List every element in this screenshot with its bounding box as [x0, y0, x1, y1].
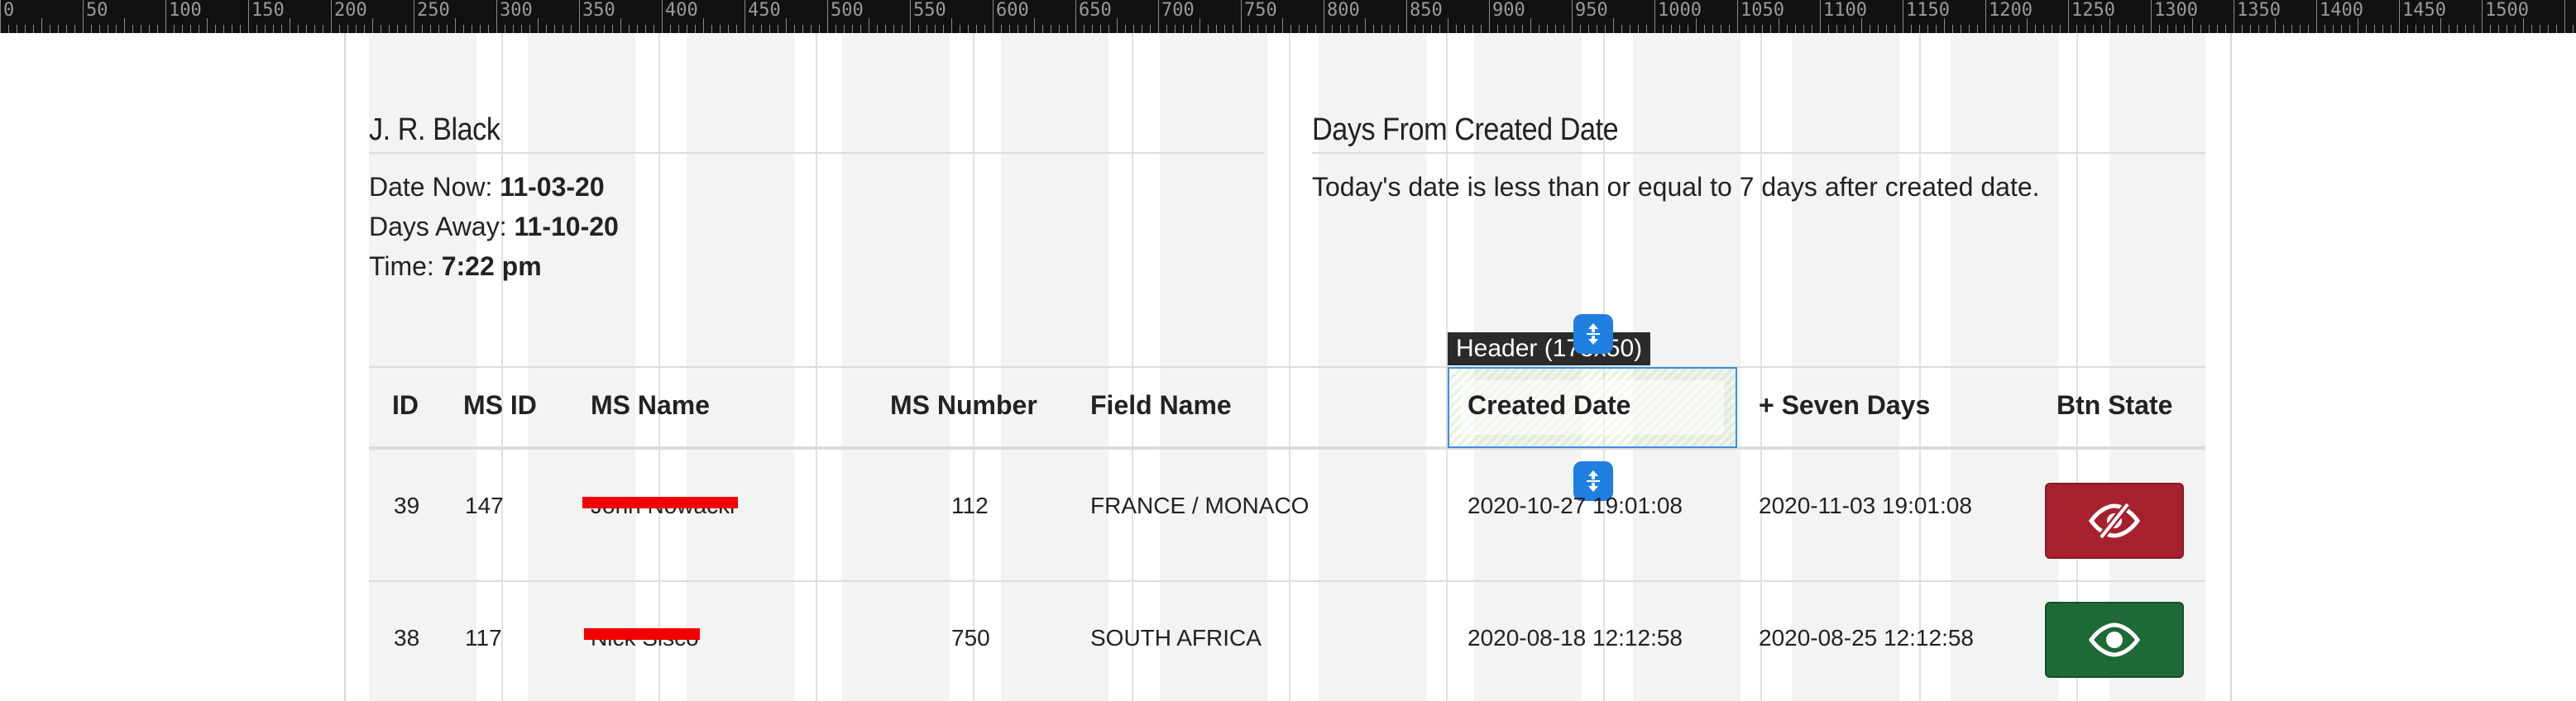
- left-panel-title-rule: [369, 152, 1264, 154]
- header-seven-days[interactable]: + Seven Days: [1759, 390, 1930, 421]
- cell-id: 39: [394, 493, 420, 518]
- cell-created-date: 2020-08-18 12:12:58: [1468, 625, 1683, 651]
- header-btn-state[interactable]: Btn State: [2056, 390, 2172, 421]
- resize-vertical-icon: [1587, 323, 1600, 345]
- cell-field-name: SOUTH AFRICA: [1090, 625, 1262, 651]
- time-line: Time: 7:22 pm: [369, 251, 542, 282]
- right-panel-title-rule: [1312, 152, 2205, 154]
- cell-seven-days: 2020-08-25 12:12:58: [1759, 625, 1974, 651]
- toggle-state-button[interactable]: [2045, 483, 2184, 559]
- cell-created-date: 2020-10-27 19:01:08: [1468, 493, 1683, 518]
- resize-handle-top[interactable]: [1573, 314, 1613, 354]
- redaction-mark: [582, 497, 738, 508]
- header-field-name[interactable]: Field Name: [1090, 390, 1232, 421]
- right-panel-title: Days From Created Date: [1312, 112, 1619, 147]
- time-value: 7:22 pm: [441, 251, 542, 281]
- header-ms-name[interactable]: MS Name: [591, 390, 710, 421]
- time-label: Time:: [369, 251, 442, 281]
- page-content: J. R. Black Date Now: 11-03-20 Days Away…: [0, 0, 2576, 701]
- days-away-value: 11-10-20: [514, 212, 619, 241]
- right-panel-message: Today's date is less than or equal to 7 …: [1312, 172, 2040, 202]
- cell-ms-number: 750: [951, 625, 990, 651]
- left-panel-title: J. R. Black: [369, 112, 500, 147]
- cell-field-name: FRANCE / MONACO: [1090, 493, 1310, 518]
- inspector-label: Header (175x50): [1448, 332, 1651, 365]
- cell-ms-id: 117: [465, 625, 502, 651]
- header-created-date[interactable]: Created Date: [1468, 390, 1630, 421]
- table-top-rule: [369, 366, 2205, 368]
- eye-slash-icon: [2088, 502, 2141, 540]
- cell-id: 38: [394, 625, 420, 651]
- date-now-value: 11-03-20: [500, 172, 605, 202]
- resize-vertical-icon: [1587, 470, 1600, 492]
- cell-ms-id: 147: [465, 493, 504, 518]
- header-id[interactable]: ID: [392, 390, 419, 421]
- toggle-state-button[interactable]: [2045, 602, 2184, 678]
- header-ms-id[interactable]: MS ID: [463, 390, 537, 421]
- header-ms-number[interactable]: MS Number: [890, 390, 1037, 421]
- cell-ms-number: 112: [951, 493, 989, 518]
- days-away-line: Days Away: 11-10-20: [369, 212, 619, 242]
- date-now-label: Date Now:: [369, 172, 500, 202]
- eye-icon: [2088, 622, 2141, 657]
- date-now-line: Date Now: 11-03-20: [369, 172, 605, 203]
- cell-seven-days: 2020-11-03 19:01:08: [1759, 493, 1972, 518]
- table-header-rule: [369, 446, 2205, 450]
- redaction-mark: [584, 628, 700, 640]
- days-away-label: Days Away:: [369, 212, 515, 241]
- table-row-rule: [369, 580, 2205, 582]
